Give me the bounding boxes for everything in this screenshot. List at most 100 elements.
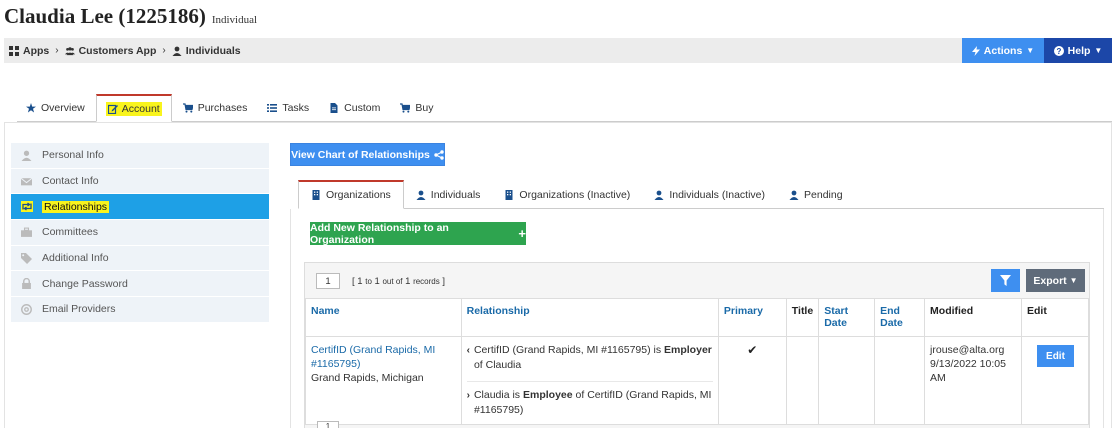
sidebar-item-personal-info[interactable]: Personal Info [11,143,269,169]
tab-label: Individuals [430,188,481,201]
tab-custom[interactable]: Custom [320,94,389,122]
tab-highlight: Account [105,101,162,116]
page-number-input[interactable]: 1 [316,273,340,289]
briefcase-icon [21,227,32,237]
user-icon [416,190,426,200]
tab-label: Buy [415,102,434,114]
cell-title [785,336,820,425]
tab-buy[interactable]: Buy [391,94,442,122]
export-button[interactable]: Export ▼ [1026,269,1085,292]
record-count: [ 1 to 1 out of 1 records ] [352,276,445,287]
tab-overview[interactable]: Overview [17,94,94,122]
column-header-relationship[interactable]: Relationship [460,298,719,337]
tab-organizations[interactable]: Organizations [298,180,404,209]
column-header-edit: Edit [1020,298,1090,337]
relationship-post: of Claudia [473,359,522,371]
edit-icon [107,104,118,114]
tab-pending[interactable]: Pending [777,180,855,209]
tab-individuals[interactable]: Individuals [404,180,493,209]
breadcrumb-apps[interactable]: Apps [9,45,49,57]
column-header-primary[interactable]: Primary [717,298,787,337]
breadcrumb-label: Customers App [78,44,157,57]
table-row: CertifID (Grand Rapids, MI #1165795) Gra… [305,336,1090,425]
edit-button[interactable]: Edit [1036,345,1074,367]
cart-icon [182,103,193,113]
range-out-of: out of [382,276,403,286]
user-icon [172,46,182,56]
tab-tasks[interactable]: Tasks [258,94,318,122]
relationship-role: Employee [522,389,573,401]
range-start: 1 [357,275,363,287]
bottom-page-number-input[interactable]: 1 [317,421,339,428]
column-header-start-date[interactable]: Start Date [818,298,876,337]
cell-modified: jrouse@alta.org 9/13/2022 10:05 AM [924,336,1022,425]
list-icon [267,104,278,112]
actions-button[interactable]: Actions ▼ [962,38,1044,63]
sidebar-item-additional-info[interactable]: Additional Info [11,245,269,272]
export-label: Export [1033,274,1067,287]
tab-label: Pending [804,188,843,201]
help-button[interactable]: ? Help ▼ [1044,38,1112,63]
sidebar-item-committees[interactable]: Committees [11,220,269,246]
sidebar-item-relationships[interactable]: Relationships [11,194,269,221]
view-chart-button[interactable]: View Chart of Relationships [290,143,445,166]
sidebar-item-email-providers[interactable]: Email Providers [11,297,269,323]
breadcrumb-individuals[interactable]: Individuals [172,45,241,57]
record-title: Claudia Lee (1225186) [4,4,206,28]
user-icon [21,150,32,161]
tab-account[interactable]: Account [95,94,172,122]
caret-down-icon: ▼ [1094,46,1103,55]
add-relationship-button[interactable]: Add New Relationship to an Organization … [310,221,526,246]
pager: 1 [ 1 to 1 out of 1 records ] [316,273,445,289]
relationship-role: Employer [664,344,712,356]
tab-label: Custom [344,102,381,114]
actions-label: Actions [983,44,1023,57]
column-header-name[interactable]: Name [305,298,462,337]
relationships-grid: 1 [ 1 to 1 out of 1 records ] Export ▼ N… [304,262,1090,428]
column-header-end-date[interactable]: End Date [874,298,926,337]
range-records: records [413,276,440,286]
help-label: Help [1067,44,1091,57]
at-icon [21,304,32,315]
tags-icon [21,252,32,264]
relationship-text: Claudia is Employee of CertifID (Grand R… [474,388,713,418]
breadcrumb-bar: Apps › Customers App › Individuals Actio… [4,38,1112,63]
grid-icon [9,45,19,56]
cell-end-date [874,336,926,425]
range-total: 1 [405,275,411,287]
relationship-tabs: Organizations Individuals Organizations … [298,180,1104,209]
main-tabs: Overview Account Purchases Tasks Custom … [17,94,1112,122]
user-icon [654,190,664,200]
tab-label: Account [121,102,160,115]
chevron-right-icon: › [162,45,166,56]
tab-label: Overview [41,102,85,114]
tab-organizations-inactive[interactable]: Organizations (Inactive) [492,180,642,209]
user-icon [789,190,799,200]
sidebar-item-contact-info[interactable]: Contact Info [11,168,269,195]
lock-icon [22,278,31,290]
envelope-icon [21,177,32,185]
cell-relationship: ‹ CertifID (Grand Rapids, MI #1165795) i… [460,336,719,425]
view-chart-label: View Chart of Relationships [291,148,430,161]
column-header-title: Title [785,298,820,337]
tab-label: Organizations (Inactive) [519,188,631,201]
sidebar-item-label: Personal Info [42,149,104,162]
filter-button[interactable] [991,269,1020,292]
chevron-right-icon: › [55,45,59,56]
organization-link[interactable]: CertifID (Grand Rapids, MI #1165795) [311,344,435,370]
svg-text:?: ? [1056,47,1061,56]
tab-purchases[interactable]: Purchases [174,94,257,122]
caret-down-icon: ▼ [1026,46,1035,55]
plus-icon: + [518,226,526,241]
cart-icon [400,103,411,113]
tab-individuals-inactive[interactable]: Individuals (Inactive) [642,180,777,209]
sidebar-item-label: Relationships [42,200,110,213]
breadcrumb-customers-app[interactable]: Customers App [64,44,157,57]
sidebar-item-label: Email Providers [42,303,116,316]
building-icon [312,190,320,200]
add-relationship-label: Add New Relationship to an Organization [310,221,449,246]
chevron-down-icon: ▼ [1069,276,1078,285]
filter-icon [1000,275,1011,286]
sidebar-item-change-password[interactable]: Change Password [11,271,269,298]
building-icon [505,189,513,200]
